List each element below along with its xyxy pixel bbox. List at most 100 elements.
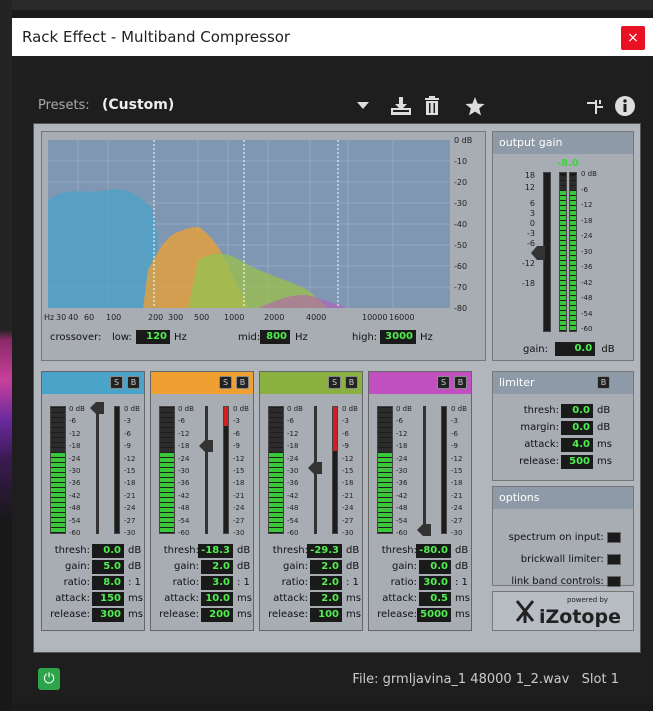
spectrum-on-input-checkbox[interactable]: [607, 531, 621, 543]
gr-scale-label: -21: [233, 491, 245, 500]
bypass-button[interactable]: B: [345, 376, 358, 389]
trash-icon[interactable]: [424, 96, 440, 116]
thresh-field[interactable]: -80.0: [416, 544, 451, 558]
limiter-attack-field[interactable]: 4.0: [561, 438, 593, 452]
low-crossover-field[interactable]: 120: [136, 330, 170, 344]
solo-button[interactable]: S: [437, 376, 450, 389]
limiter-attack-label: attack:: [524, 439, 559, 450]
meter-segment: [51, 428, 65, 432]
threshold-slider-handle[interactable]: [417, 524, 431, 536]
ratio-unit: : 1: [346, 577, 359, 588]
threshold-slider-track[interactable]: [96, 406, 99, 534]
ratio-field[interactable]: 2.0: [310, 576, 342, 590]
bypass-button[interactable]: B: [127, 376, 140, 389]
download-icon[interactable]: [390, 96, 412, 116]
gain-field[interactable]: 0.0: [419, 560, 451, 574]
meter-segment: [51, 433, 65, 437]
meter-segment: [570, 211, 576, 215]
ratio-field[interactable]: 30.0: [419, 576, 451, 590]
chevron-down-icon[interactable]: [357, 102, 369, 109]
spectrum-plot[interactable]: [48, 140, 450, 308]
output-level-meter-right: [569, 172, 577, 332]
threshold-slider-track[interactable]: [423, 406, 426, 534]
limiter-bypass-button[interactable]: B: [597, 376, 610, 389]
mid-crossover-field[interactable]: 800: [260, 330, 290, 344]
gr-scale-label: -3: [124, 417, 131, 426]
band-header[interactable]: SB: [369, 372, 471, 394]
input-scale-label: 0 dB: [69, 405, 85, 413]
attack-field[interactable]: 2.0: [310, 592, 342, 606]
input-scale-label: -30: [287, 467, 299, 475]
limiter-attack-unit: ms: [597, 439, 612, 450]
gr-scale-label: -6: [233, 429, 240, 438]
link-band-controls-checkbox[interactable]: [607, 575, 621, 587]
freq-tick-label: 2000: [264, 313, 285, 322]
attack-unit: ms: [128, 593, 143, 604]
threshold-slider-track[interactable]: [205, 406, 208, 534]
meter-segment: [378, 408, 392, 412]
input-scale-label: -54: [287, 516, 299, 525]
threshold-slider-handle[interactable]: [199, 440, 213, 452]
gr-scale-label: -15: [124, 467, 136, 475]
info-icon[interactable]: [615, 96, 635, 116]
limiter-thresh-label: thresh:: [523, 405, 559, 416]
output-gain-field[interactable]: 0.0: [555, 342, 596, 356]
meter-segment: [570, 311, 576, 315]
brickwall-limiter-checkbox[interactable]: [607, 553, 621, 565]
meter-segment: [160, 503, 174, 507]
presets-dropdown[interactable]: (Custom): [94, 94, 374, 116]
high-crossover-field[interactable]: 3000: [380, 330, 416, 344]
thresh-field[interactable]: -18.3: [198, 544, 233, 558]
limiter-release-field[interactable]: 500: [561, 455, 593, 469]
band-header[interactable]: SB: [42, 372, 144, 394]
close-button[interactable]: ×: [621, 26, 645, 50]
bypass-button[interactable]: B: [236, 376, 249, 389]
gain-field[interactable]: 2.0: [310, 560, 342, 574]
release-unit: ms: [128, 609, 143, 620]
gr-scale-label: -24: [451, 504, 463, 513]
gain-field[interactable]: 2.0: [201, 560, 233, 574]
gain-field[interactable]: 5.0: [92, 560, 124, 574]
meter-segment: [269, 428, 283, 432]
solo-button[interactable]: S: [219, 376, 232, 389]
limiter-thresh-field[interactable]: 0.0: [561, 404, 593, 418]
routing-icon[interactable]: [587, 100, 603, 114]
attack-field[interactable]: 0.5: [419, 592, 451, 606]
meter-segment: [160, 468, 174, 472]
gr-scale-label: -27: [124, 516, 136, 525]
thresh-unit: dB: [128, 545, 142, 556]
meter-segment: [378, 493, 392, 497]
limiter-margin-field[interactable]: 0.0: [561, 421, 593, 435]
output-gain-slider-handle[interactable]: [531, 246, 545, 260]
meter-segment: [570, 206, 576, 210]
attack-field[interactable]: 10.0: [201, 592, 233, 606]
band-header[interactable]: SB: [260, 372, 362, 394]
meter-segment: [560, 211, 566, 215]
output-gain-row: gain: 0.0 dB: [523, 342, 615, 356]
star-icon[interactable]: [465, 97, 485, 116]
release-field[interactable]: 300: [92, 608, 124, 622]
ratio-field[interactable]: 3.0: [201, 576, 233, 590]
solo-button[interactable]: S: [328, 376, 341, 389]
release-unit: ms: [346, 609, 361, 620]
threshold-slider-handle[interactable]: [90, 402, 104, 414]
thresh-field[interactable]: -29.3: [307, 544, 342, 558]
solo-button[interactable]: S: [110, 376, 123, 389]
power-icon[interactable]: ⏻: [38, 668, 60, 690]
gr-scale-label: -30: [451, 529, 463, 537]
low-label: low:: [112, 332, 132, 343]
gr-scale-label: -15: [451, 467, 463, 475]
bypass-button[interactable]: B: [454, 376, 467, 389]
band-header[interactable]: SB: [151, 372, 253, 394]
crossover-row: crossover: low: 120 Hz mid: 800 Hz high:…: [50, 330, 480, 346]
release-field[interactable]: 200: [201, 608, 233, 622]
release-field[interactable]: 100: [310, 608, 342, 622]
gr-scale-label: -30: [233, 529, 245, 537]
threshold-slider-handle[interactable]: [308, 462, 322, 474]
release-field[interactable]: 5000: [417, 608, 451, 622]
thresh-label: thresh:: [381, 545, 417, 556]
meter-segment: [560, 326, 566, 330]
thresh-field[interactable]: 0.0: [92, 544, 124, 558]
attack-field[interactable]: 150: [92, 592, 124, 606]
ratio-field[interactable]: 8.0: [92, 576, 124, 590]
